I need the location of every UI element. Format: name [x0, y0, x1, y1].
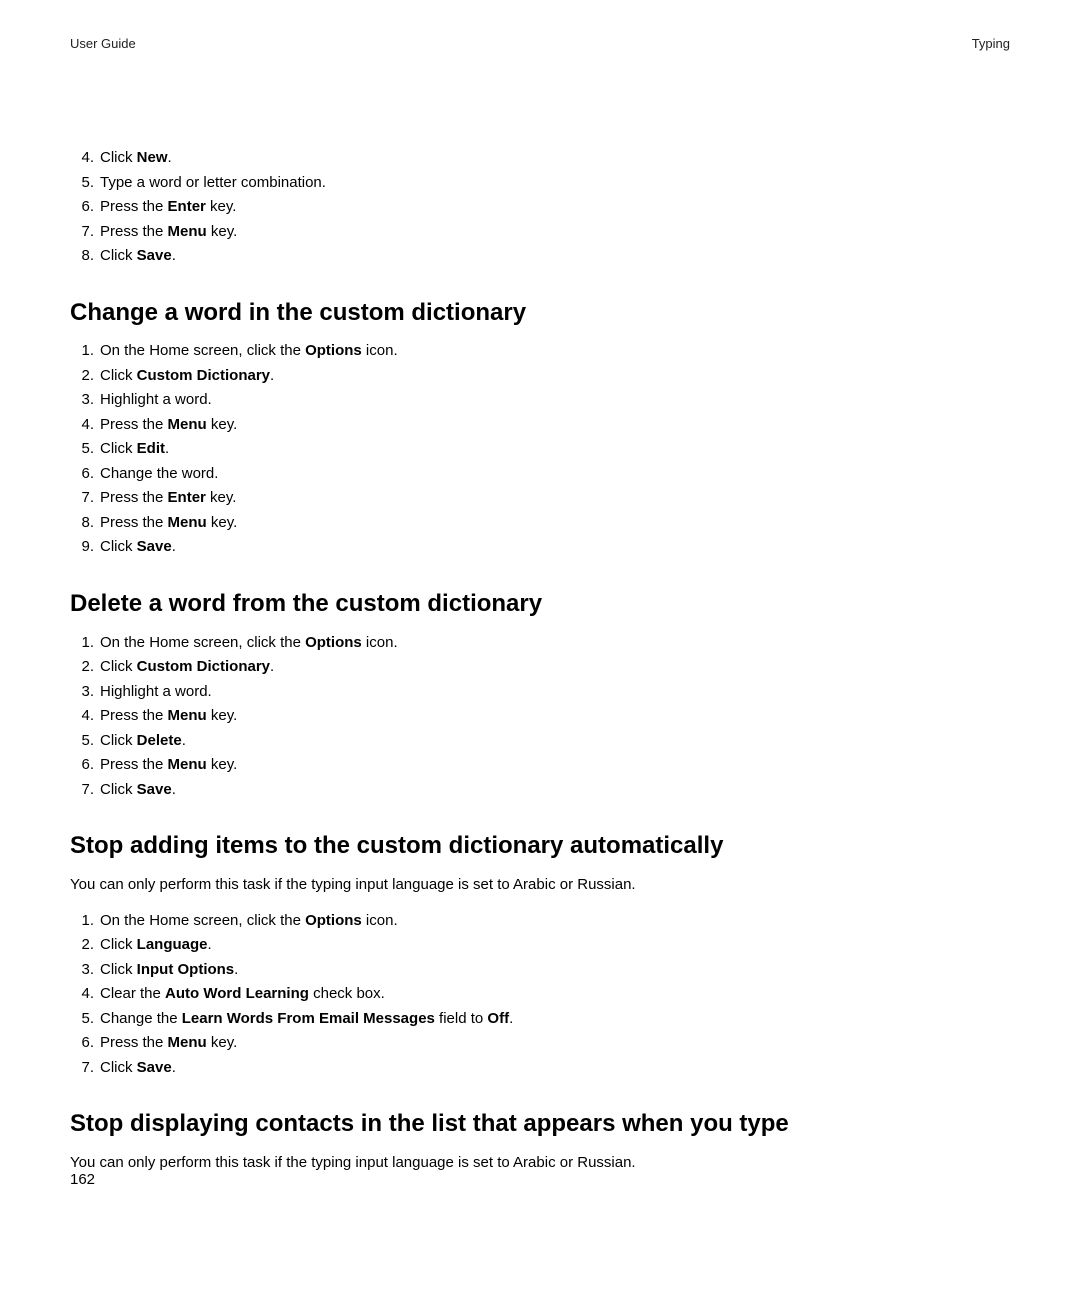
step: Click Save.: [70, 245, 1010, 268]
page-header: User Guide Typing: [70, 36, 1010, 51]
step: Click Save.: [70, 779, 1010, 802]
step: Highlight a word.: [70, 389, 1010, 412]
step: Type a word or letter combination.: [70, 172, 1010, 195]
step: Click Save.: [70, 1057, 1010, 1080]
step: Click Input Options.: [70, 959, 1010, 982]
step: Click Language.: [70, 934, 1010, 957]
step: Click Save.: [70, 536, 1010, 559]
step: Click Custom Dictionary.: [70, 656, 1010, 679]
step: Highlight a word.: [70, 681, 1010, 704]
step: Press the Menu key.: [70, 754, 1010, 777]
stop-add-steps: On the Home screen, click the Options ic…: [70, 910, 1010, 1080]
step: Press the Menu key.: [70, 414, 1010, 437]
step: Click Edit.: [70, 438, 1010, 461]
step: On the Home screen, click the Options ic…: [70, 632, 1010, 655]
page-number: 162: [70, 1171, 95, 1188]
note-stop-add: You can only perform this task if the ty…: [70, 874, 1010, 896]
step: On the Home screen, click the Options ic…: [70, 910, 1010, 933]
note-stop-contacts: You can only perform this task if the ty…: [70, 1152, 1010, 1174]
step: Clear the Auto Word Learning check box.: [70, 983, 1010, 1006]
delete-word-steps: On the Home screen, click the Options ic…: [70, 632, 1010, 802]
step: Change the word.: [70, 463, 1010, 486]
header-left: User Guide: [70, 36, 136, 51]
intro-steps: Click New. Type a word or letter combina…: [70, 147, 1010, 268]
heading-stop-add: Stop adding items to the custom dictiona…: [70, 829, 1010, 864]
page-content: Click New. Type a word or letter combina…: [70, 147, 1010, 1174]
step: Click Custom Dictionary.: [70, 365, 1010, 388]
step: Press the Menu key.: [70, 221, 1010, 244]
step: Press the Enter key.: [70, 196, 1010, 219]
step: Click New.: [70, 147, 1010, 170]
header-right: Typing: [972, 36, 1010, 51]
heading-stop-contacts: Stop displaying contacts in the list tha…: [70, 1107, 1010, 1142]
change-word-steps: On the Home screen, click the Options ic…: [70, 340, 1010, 559]
step: Press the Menu key.: [70, 1032, 1010, 1055]
step: Press the Menu key.: [70, 705, 1010, 728]
step: Press the Enter key.: [70, 487, 1010, 510]
page: User Guide Typing Click New. Type a word…: [0, 0, 1080, 1296]
heading-change-word: Change a word in the custom dictionary: [70, 296, 1010, 331]
step: Press the Menu key.: [70, 512, 1010, 535]
heading-delete-word: Delete a word from the custom dictionary: [70, 587, 1010, 622]
step: On the Home screen, click the Options ic…: [70, 340, 1010, 363]
step: Click Delete.: [70, 730, 1010, 753]
step: Change the Learn Words From Email Messag…: [70, 1008, 1010, 1031]
